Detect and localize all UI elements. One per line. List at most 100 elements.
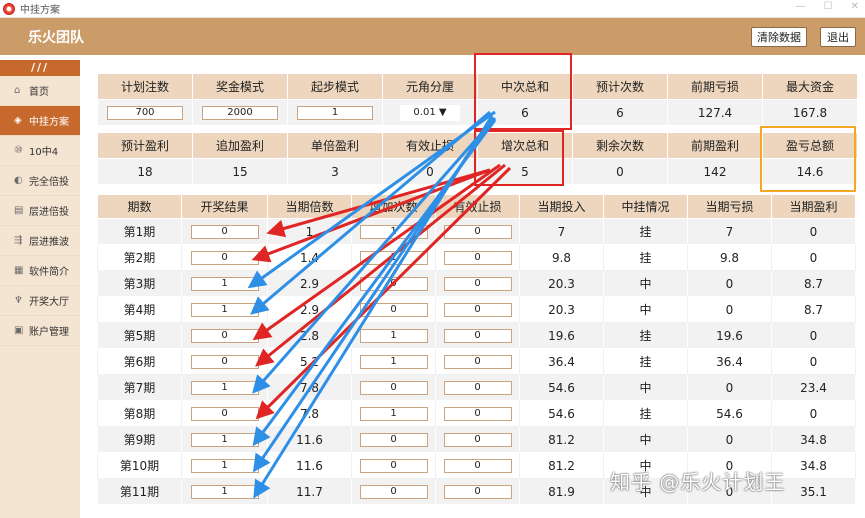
result-input[interactable]: 0 (190, 224, 259, 239)
profit-cell: 8.7 (771, 296, 856, 323)
add-count-input[interactable]: 0 (359, 484, 428, 499)
draw-icon: ♆ (14, 295, 23, 306)
sidebar-item-plan[interactable]: ◈ 中挂方案 (0, 106, 80, 136)
sidebar-item-full-double[interactable]: ◐ 完全倍投 (0, 166, 80, 196)
bonus-mode-input[interactable]: 2000 (202, 105, 278, 120)
invest-cell: 81.2 (519, 426, 604, 453)
period-cell: 第10期 (97, 452, 182, 479)
add-count-input[interactable]: 0 (359, 458, 428, 473)
multiplier-cell: 7.8 (267, 374, 352, 401)
unit-select[interactable]: 0.01 ▼ (400, 105, 460, 121)
minimize-icon[interactable]: — (796, 1, 806, 12)
loss-cell: 7 (687, 218, 772, 245)
valid-stop-input[interactable]: 0 (443, 328, 512, 343)
period-cell: 第3期 (97, 270, 182, 297)
result-input[interactable]: 1 (190, 380, 259, 395)
valid-stop-input[interactable]: 0 (443, 484, 512, 499)
result-input[interactable]: 1 (190, 484, 259, 499)
col-multiplier: 当期倍数 (267, 194, 352, 219)
status-cell: 挂 (603, 244, 688, 271)
valid-stop-input[interactable]: 0 (443, 276, 512, 291)
add-count-input[interactable]: 1 (359, 354, 428, 369)
period-cell: 第1期 (97, 218, 182, 245)
multiplier-cell: 2.9 (267, 296, 352, 323)
clear-data-button[interactable]: 清除数据 (751, 27, 807, 47)
result-input[interactable]: 0 (190, 406, 259, 421)
table-row: 第9期 1 11.6 0 0 81.2 中 0 34.8 (97, 426, 856, 453)
invest-cell: 36.4 (519, 348, 604, 375)
status-cell: 中 (603, 374, 688, 401)
valid-stop-input[interactable]: 0 (443, 380, 512, 395)
period-cell: 第11期 (97, 478, 182, 505)
period-table: 期数 开奖结果 当期倍数 增加次数 有效止损 当期投入 中挂情况 当期亏损 当期… (97, 194, 856, 505)
app-header: 乐火团队 清除数据 退出 (0, 18, 865, 55)
sidebar-item-draw-hall[interactable]: ♆ 开奖大厅 (0, 286, 80, 316)
add-count-input[interactable]: 0 (359, 302, 428, 317)
add-count-input[interactable]: 0 (359, 432, 428, 447)
sidebar-item-layer-push[interactable]: ⇶ 层进推波 (0, 226, 80, 256)
result-input[interactable]: 0 (190, 250, 259, 265)
layer-icon: ▤ (14, 205, 24, 216)
sidebar-item-home[interactable]: ⌂ 首页 (0, 76, 80, 106)
exit-button[interactable]: 退出 (820, 27, 856, 47)
multiplier-cell: 2.9 (267, 270, 352, 297)
loss-cell: 19.6 (687, 322, 772, 349)
result-input[interactable]: 1 (190, 458, 259, 473)
total-pnl-highlight (760, 126, 856, 192)
valid-stop-input[interactable]: 0 (443, 406, 512, 421)
invest-cell: 7 (519, 218, 604, 245)
sidebar-item-account[interactable]: ▣ 账户管理 (0, 316, 80, 346)
add-count-input[interactable]: 1 (359, 224, 428, 239)
max-funds-value: 167.8 (762, 99, 858, 126)
col-loss: 当期亏损 (687, 194, 772, 219)
multiplier-cell: 5.2 (267, 348, 352, 375)
valid-stop-input[interactable]: 0 (443, 302, 512, 317)
add-count-input[interactable]: 1 (359, 328, 428, 343)
sidebar-item-software[interactable]: ▦ 软件简介 (0, 256, 80, 286)
result-input[interactable]: 1 (190, 276, 259, 291)
header-remaining: 剩余次数 (572, 132, 668, 159)
add-count-input[interactable]: 0 (359, 380, 428, 395)
profit-cell: 0 (771, 400, 856, 427)
header-max-funds: 最大资金 (762, 73, 858, 100)
maximize-icon[interactable]: ☐ (824, 1, 833, 12)
loss-cell: 0 (687, 296, 772, 323)
close-icon[interactable]: ✕ (851, 1, 859, 12)
period-cell: 第9期 (97, 426, 182, 453)
profit-cell: 0 (771, 322, 856, 349)
valid-stop-input[interactable]: 0 (443, 458, 512, 473)
added-profit-value: 15 (192, 158, 288, 185)
status-cell: 挂 (603, 400, 688, 427)
valid-stop-value: 0 (382, 158, 478, 185)
col-add-count: 增加次数 (351, 194, 436, 219)
app-logo-icon (3, 2, 15, 15)
result-input[interactable]: 0 (190, 328, 259, 343)
add-count-input[interactable]: 1 (359, 406, 428, 421)
table-row: 第4期 1 2.9 0 0 20.3 中 0 8.7 (97, 296, 856, 323)
single-profit-value: 3 (287, 158, 383, 185)
add-count-input[interactable]: 0 (359, 276, 428, 291)
table-row: 第7期 1 7.8 0 0 54.6 中 0 23.4 (97, 374, 856, 401)
profit-cell: 0 (771, 218, 856, 245)
valid-stop-input[interactable]: 0 (443, 354, 512, 369)
add-count-input[interactable]: 1 (359, 250, 428, 265)
period-cell: 第5期 (97, 322, 182, 349)
window-controls: — ☐ ✕ (796, 1, 859, 12)
result-input[interactable]: 0 (190, 354, 259, 369)
start-mode-input[interactable]: 1 (297, 105, 373, 120)
result-input[interactable]: 1 (190, 432, 259, 447)
header-prior-loss: 前期亏损 (667, 73, 763, 100)
result-input[interactable]: 1 (190, 302, 259, 317)
plan-bets-input[interactable]: 700 (107, 105, 183, 120)
valid-stop-input[interactable]: 0 (443, 432, 512, 447)
valid-stop-input[interactable]: 0 (443, 224, 512, 239)
status-cell: 中 (603, 270, 688, 297)
valid-stop-input[interactable]: 0 (443, 250, 512, 265)
status-cell: 挂 (603, 348, 688, 375)
sidebar-item-layer-double[interactable]: ▤ 层进倍投 (0, 196, 80, 226)
sidebar-item-ten-four[interactable]: ⑩ 10中4 (0, 136, 80, 166)
multiplier-cell: 1 (267, 218, 352, 245)
header-added-profit: 追加盈利 (192, 132, 288, 159)
header-prior-profit: 前期盈利 (667, 132, 763, 159)
status-cell: 挂 (603, 322, 688, 349)
